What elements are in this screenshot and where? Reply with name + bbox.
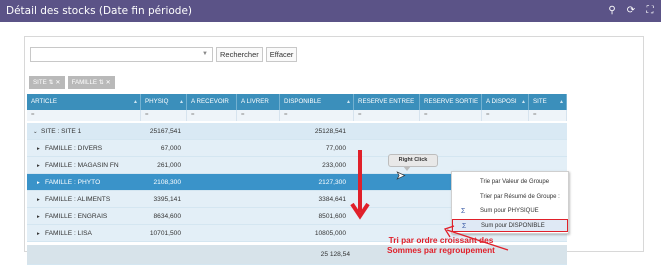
down-arrow <box>350 150 370 220</box>
annotation-arrows <box>350 150 509 251</box>
annotation-text: Tri par ordre croissant des Sommes par r… <box>387 235 495 255</box>
